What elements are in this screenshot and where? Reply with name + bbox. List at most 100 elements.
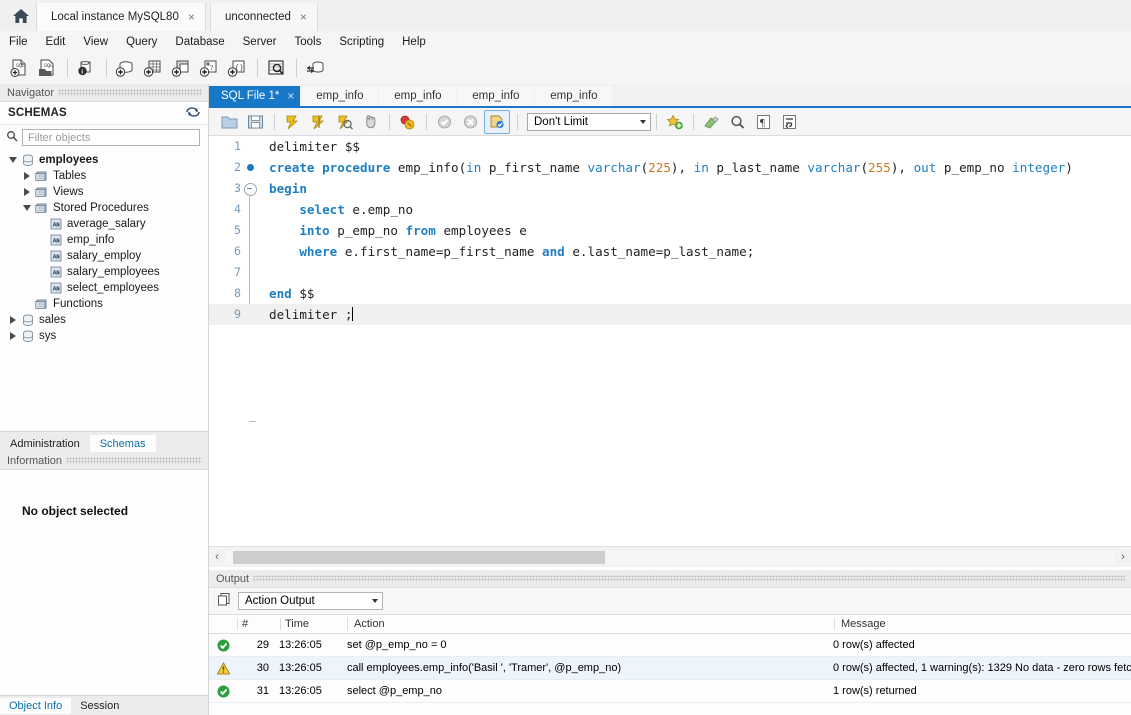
close-icon[interactable]: × (287, 89, 294, 103)
tree-item-sys[interactable]: sys (0, 328, 208, 344)
output-row[interactable]: 3113:26:05select @p_emp_no1 row(s) retur… (209, 680, 1131, 703)
editor-tab-emp-info[interactable]: emp_info (301, 86, 378, 106)
row-limit-select[interactable]: Don't Limit (527, 113, 651, 131)
filter-objects-input[interactable]: Filter objects (22, 129, 200, 146)
editor-tab-emp-info[interactable]: emp_info (379, 86, 456, 106)
editor-tab-emp-info[interactable]: emp_info (535, 86, 612, 106)
code-area[interactable]: 1delimiter $$2create procedure emp_info(… (209, 136, 1131, 325)
menu-item-query[interactable]: Query (117, 34, 166, 50)
scroll-left-icon[interactable]: ‹ (209, 551, 225, 563)
autocommit-icon[interactable] (484, 110, 510, 134)
create-table-icon[interactable] (140, 55, 166, 81)
menu-item-help[interactable]: Help (393, 34, 435, 50)
code-line[interactable]: 3begin (209, 178, 1131, 199)
menu-bar: File Edit View Query Database Server Too… (0, 31, 1131, 52)
menu-item-server[interactable]: Server (234, 34, 286, 50)
code-line[interactable]: 5 into p_emp_no from employees e (209, 220, 1131, 241)
chevron-right-icon[interactable] (6, 332, 20, 340)
output-pane-icon[interactable] (217, 592, 232, 610)
connection-info-icon[interactable]: i (73, 55, 99, 81)
editor-horizontal-scrollbar[interactable]: ‹ › (209, 546, 1131, 567)
rollback-icon[interactable] (458, 111, 482, 133)
create-function-icon[interactable]: () (224, 55, 250, 81)
tab-object-info[interactable]: Object Info (0, 698, 71, 714)
create-schema-icon[interactable] (112, 55, 138, 81)
sql-code-editor[interactable]: 1delimiter $$2create procedure emp_info(… (209, 136, 1131, 544)
tab-session[interactable]: Session (71, 698, 128, 714)
tree-item-tables[interactable]: Tables (0, 168, 208, 184)
tree-item-functions[interactable]: Functions (0, 296, 208, 312)
menu-item-scripting[interactable]: Scripting (330, 34, 393, 50)
code-line[interactable]: 2create procedure emp_info(in p_first_na… (209, 157, 1131, 178)
output-row[interactable]: 3013:26:05call employees.emp_info('Basil… (209, 657, 1131, 680)
window-tab-local-instance[interactable]: Local instance MySQL80 × (36, 3, 206, 31)
tree-item-salary-employees[interactable]: salary_employees (0, 264, 208, 280)
col-action[interactable]: Action (347, 618, 834, 630)
open-file-icon[interactable] (217, 111, 241, 133)
close-icon[interactable]: × (300, 11, 307, 23)
save-file-icon[interactable] (243, 111, 267, 133)
stop-icon[interactable] (358, 111, 382, 133)
tree-item-views[interactable]: Views (0, 184, 208, 200)
code-line[interactable]: 6 where e.first_name=p_first_name and e.… (209, 241, 1131, 262)
chevron-right-icon[interactable] (20, 172, 34, 180)
code-line[interactable]: 8end $$ (209, 283, 1131, 304)
tab-administration[interactable]: Administration (0, 435, 90, 453)
fold-collapse-icon[interactable] (244, 183, 257, 196)
create-procedure-icon[interactable]: ? (196, 55, 222, 81)
col-message[interactable]: Message (834, 618, 1131, 630)
explain-icon[interactable] (332, 111, 356, 133)
scroll-track[interactable] (225, 551, 1115, 564)
code-line[interactable]: 1delimiter $$ (209, 136, 1131, 157)
code-line[interactable]: 9delimiter ; (209, 304, 1131, 325)
tree-item-salary-employ[interactable]: salary_employ (0, 248, 208, 264)
navigator-title: Navigator (7, 87, 54, 99)
menu-item-database[interactable]: Database (166, 34, 233, 50)
chevron-right-icon[interactable] (6, 316, 20, 324)
scroll-thumb[interactable] (233, 551, 605, 564)
create-view-icon[interactable] (168, 55, 194, 81)
tab-schemas[interactable]: Schemas (90, 435, 156, 453)
code-token: and (542, 244, 565, 259)
tree-item-stored-procedures[interactable]: Stored Procedures (0, 200, 208, 216)
chevron-down-icon[interactable] (20, 205, 34, 211)
menu-item-file[interactable]: File (0, 34, 37, 50)
tree-item-employees[interactable]: employees (0, 152, 208, 168)
scroll-right-icon[interactable]: › (1115, 551, 1131, 563)
tree-item-sales[interactable]: sales (0, 312, 208, 328)
window-tab-unconnected[interactable]: unconnected × (210, 3, 318, 31)
wrap-lines-icon[interactable] (777, 111, 801, 133)
find-icon[interactable] (725, 111, 749, 133)
execute-current-icon[interactable] (306, 111, 330, 133)
open-sql-script-icon[interactable]: SQL (34, 55, 60, 81)
editor-tab-sql-file-1-[interactable]: SQL File 1*× (209, 86, 300, 106)
invisible-chars-icon[interactable]: ¶ (751, 111, 775, 133)
reconnect-icon[interactable] (302, 55, 328, 81)
tree-item-average-salary[interactable]: average_salary (0, 216, 208, 232)
editor-tab-emp-info[interactable]: emp_info (457, 86, 534, 106)
tree-item-emp-info[interactable]: emp_info (0, 232, 208, 248)
search-data-icon[interactable] (263, 55, 289, 81)
refresh-icon[interactable] (186, 106, 200, 121)
output-type-select[interactable]: Action Output (238, 592, 383, 610)
tree-item-select-employees[interactable]: select_employees (0, 280, 208, 296)
new-sql-tab-icon[interactable]: SQL (6, 55, 32, 81)
breakpoint-marker-icon[interactable] (247, 164, 254, 171)
chevron-right-icon[interactable] (20, 188, 34, 196)
chevron-down-icon[interactable] (6, 157, 20, 163)
col-number[interactable]: # (237, 618, 280, 630)
menu-item-tools[interactable]: Tools (286, 34, 331, 50)
menu-item-view[interactable]: View (74, 34, 117, 50)
commit-icon[interactable] (432, 111, 456, 133)
output-row[interactable]: 2913:26:05set @p_emp_no = 00 row(s) affe… (209, 634, 1131, 657)
favorite-icon[interactable] (662, 111, 686, 133)
code-line[interactable]: 4 select e.emp_no (209, 199, 1131, 220)
beautify-icon[interactable] (699, 111, 723, 133)
execute-icon[interactable] (280, 111, 304, 133)
code-line[interactable]: 7 (209, 262, 1131, 283)
home-icon[interactable] (6, 3, 36, 29)
menu-item-edit[interactable]: Edit (37, 34, 75, 50)
col-time[interactable]: Time (280, 618, 347, 630)
close-icon[interactable]: × (188, 11, 195, 23)
toggle-stop-icon[interactable] (395, 111, 419, 133)
